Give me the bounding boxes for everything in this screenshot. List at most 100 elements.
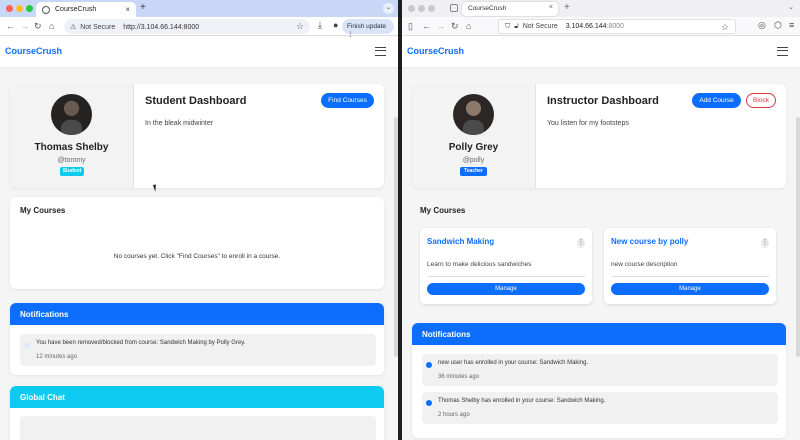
notification-text: new user has enrolled in your course: Sa…: [438, 360, 589, 366]
back-arrow-icon[interactable]: ←: [422, 21, 431, 31]
navbar: CourseCrush: [402, 37, 800, 67]
course-description: Learn to make delicious sandwiches: [427, 261, 532, 268]
browser-tab-coursecrush[interactable]: CourseCrush ×: [462, 2, 558, 16]
role-badge: Student: [60, 167, 84, 176]
chrome-tab-bar: CourseCrush × + ⌄: [0, 0, 398, 17]
home-icon[interactable]: ⌂: [49, 21, 54, 31]
finish-update-button[interactable]: Finish update ⋮: [342, 19, 394, 38]
reload-icon[interactable]: ↻: [451, 21, 459, 31]
warning-icon: ⚠: [70, 24, 77, 31]
scrollbar[interactable]: [796, 117, 800, 357]
url-port: :8000: [606, 23, 625, 30]
profile-username: @tommy: [57, 157, 86, 164]
my-courses-section: My Courses Sandwich Making ⋮ Learn to ma…: [402, 197, 800, 317]
close-icon[interactable]: ×: [125, 5, 130, 14]
lock-warning-icon: 🔓︎: [514, 23, 519, 30]
manage-course-button[interactable]: Manage: [427, 283, 585, 295]
profile-username: @polly: [462, 157, 485, 164]
forward-arrow-icon[interactable]: →: [20, 21, 29, 31]
sidebar-icon[interactable]: ▯: [408, 21, 413, 31]
window-minimize-button[interactable]: [418, 5, 425, 12]
divider: [611, 276, 769, 277]
course-card: Sandwich Making ⋮ Learn to make deliciou…: [420, 228, 592, 304]
address-bar[interactable]: ⚠ Not Secure http://3.104.66.144:8000 ☆: [64, 19, 310, 34]
firefox-toolbar: ▯ ← → ↻ ⌂ ⛉ 🔓︎ Not Secure 3.104.66.144:8…: [402, 17, 800, 36]
hamburger-menu-icon[interactable]: [777, 47, 788, 56]
home-icon[interactable]: ⌂: [466, 21, 471, 31]
unread-dot-icon: [426, 362, 432, 368]
profile-icon[interactable]: ●: [333, 20, 338, 30]
unread-dot-icon: [426, 400, 432, 406]
close-icon[interactable]: ×: [549, 4, 553, 11]
chat-messages[interactable]: [20, 416, 376, 440]
notification-time: 2 hours ago: [438, 412, 470, 418]
window-maximize-button[interactable]: [26, 5, 33, 12]
profile-sidebar: Polly Grey @polly Teacher: [412, 84, 536, 188]
window-minimize-button[interactable]: [16, 5, 23, 12]
manage-course-button[interactable]: Manage: [611, 283, 769, 295]
new-tab-button[interactable]: +: [140, 2, 146, 13]
notification-item[interactable]: Thomas Shelby has enrolled in your cours…: [422, 392, 778, 424]
url-host: 3.104.66.144: [565, 23, 607, 30]
notification-time: 12 minutes ago: [36, 354, 78, 360]
tab-title: CourseCrush: [468, 5, 507, 12]
notifications-title: Notifications: [10, 303, 384, 325]
security-status: Not Secure: [522, 23, 558, 30]
bookmark-star-icon[interactable]: ☆: [296, 21, 304, 32]
student-app: CourseCrush Thomas Shelby @tommy Student…: [0, 37, 398, 440]
brand-logo[interactable]: CourseCrush: [407, 46, 464, 56]
student-browser-window: CourseCrush × + ⌄ ← → ↻ ⌂ ⚠ Not Secure h…: [0, 0, 398, 440]
profile-sidebar: Thomas Shelby @tommy Student: [10, 84, 134, 188]
block-button[interactable]: Block: [746, 93, 776, 108]
my-courses-title: My Courses: [20, 206, 66, 215]
forward-arrow-icon[interactable]: →: [436, 21, 445, 31]
list-tabs-icon[interactable]: ⌄: [788, 3, 794, 11]
extensions-icon[interactable]: ⬡: [774, 20, 782, 31]
menu-icon[interactable]: ≡: [789, 20, 794, 30]
course-title[interactable]: New course by polly: [611, 237, 688, 246]
notifications-title: Notifications: [412, 323, 786, 345]
kebab-menu-icon[interactable]: ⋮: [577, 238, 585, 248]
add-course-button[interactable]: Add Course: [692, 93, 741, 108]
hamburger-menu-icon[interactable]: [375, 47, 386, 56]
window-maximize-button[interactable]: [428, 5, 435, 12]
brand-logo[interactable]: CourseCrush: [5, 46, 62, 56]
account-icon[interactable]: ◎: [758, 20, 766, 31]
address-bar[interactable]: ⛉ 🔓︎ Not Secure 3.104.66.144:8000 ☆: [498, 19, 736, 34]
new-tab-button[interactable]: +: [564, 2, 570, 13]
finish-update-label: Finish update: [347, 23, 387, 30]
page-title: Instructor Dashboard: [547, 95, 659, 107]
global-chat-card: Global Chat: [10, 386, 384, 440]
notification-text: You have been removed/blocked from cours…: [36, 340, 246, 346]
reload-icon[interactable]: ↻: [34, 21, 42, 31]
chrome-toolbar: ← → ↻ ⌂ ⚠ Not Secure http://3.104.66.144…: [0, 17, 398, 38]
bookmark-star-icon[interactable]: ☆: [721, 22, 729, 33]
firefox-tab-bar: CourseCrush × + ⌄: [402, 0, 800, 17]
notification-item[interactable]: You have been removed/blocked from cours…: [20, 334, 376, 366]
notifications-card: Notifications new user has enrolled in y…: [412, 323, 786, 438]
navbar: CourseCrush: [0, 37, 398, 67]
find-courses-button[interactable]: Find Courses: [321, 93, 374, 108]
global-chat-title: Global Chat: [10, 386, 384, 408]
tab-title: CourseCrush: [55, 6, 97, 13]
url-text: http://3.104.66.144:8000: [123, 24, 200, 31]
notification-item[interactable]: new user has enrolled in your course: Sa…: [422, 354, 778, 386]
course-card: New course by polly ⋮ new course descrip…: [604, 228, 776, 304]
role-badge: Teacher: [460, 167, 487, 176]
download-icon[interactable]: ⤓: [318, 20, 322, 31]
notification-time: 36 minutes ago: [438, 374, 480, 380]
my-courses-card: My Courses No courses yet. Click "Find C…: [10, 197, 384, 289]
window-close-button[interactable]: [408, 5, 415, 12]
tab-overview-icon[interactable]: [450, 4, 458, 12]
profile-card: Thomas Shelby @tommy Student Student Das…: [10, 84, 384, 188]
tab-search-icon[interactable]: ⌄: [383, 3, 394, 14]
kebab-menu-icon[interactable]: ⋮: [761, 238, 769, 248]
course-title[interactable]: Sandwich Making: [427, 237, 494, 246]
page-title: Student Dashboard: [145, 95, 247, 107]
shield-icon: ⛉: [505, 23, 511, 30]
window-close-button[interactable]: [6, 5, 13, 12]
dashboard-subtitle: You listen for my footsteps: [547, 120, 629, 127]
back-arrow-icon[interactable]: ←: [6, 21, 15, 31]
browser-tab-coursecrush[interactable]: CourseCrush ×: [36, 2, 136, 17]
divider: [427, 276, 585, 277]
